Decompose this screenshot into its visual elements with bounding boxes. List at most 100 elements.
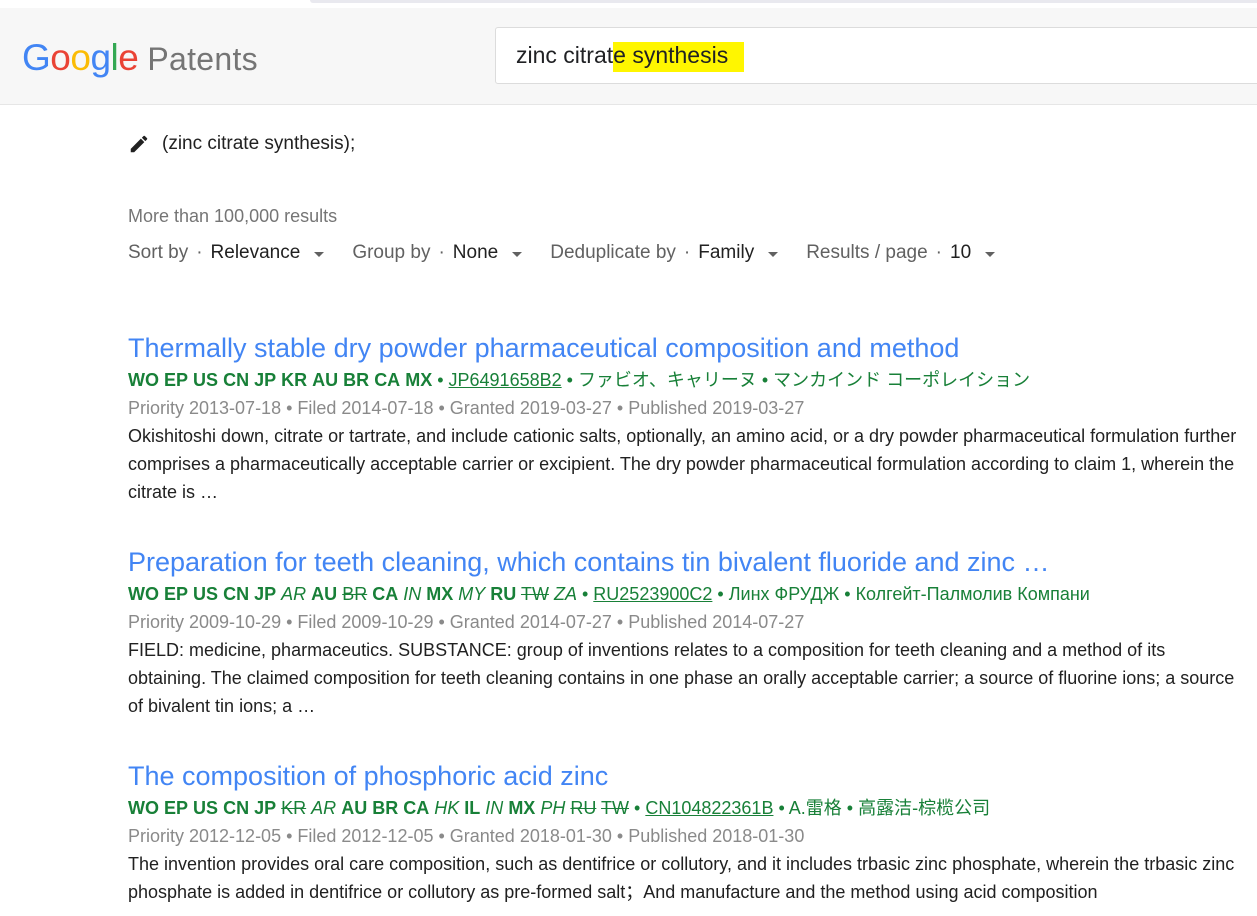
country-code: JP	[254, 584, 277, 604]
publication-number-link[interactable]: RU2523900C2	[593, 584, 712, 604]
result-meta: WO EP US CN JP KR AR AU BR CA HK IL IN M…	[128, 798, 991, 818]
result-title-link[interactable]: Preparation for teeth cleaning, which co…	[128, 546, 1248, 578]
country-code: IN	[485, 798, 504, 818]
country-code: EP	[164, 370, 189, 390]
country-code: EP	[164, 584, 189, 604]
deduplicate-by-dropdown[interactable]: Deduplicate by · Family	[550, 242, 779, 264]
result-snippet: Okishitoshi down, citrate or tartrate, a…	[128, 426, 1237, 502]
sort-by-label: Sort by	[128, 242, 189, 263]
country-code: US	[193, 584, 219, 604]
publication-number-link[interactable]: CN104822361B	[645, 798, 773, 818]
country-code: IN	[403, 584, 422, 604]
product-name: Patents	[147, 41, 258, 77]
result-snippet: FIELD: medicine, pharmaceutics. SUBSTANC…	[128, 640, 1235, 716]
country-code: AU	[341, 798, 368, 818]
chevron-down-icon	[768, 251, 779, 257]
sort-by-value: Relevance	[210, 242, 301, 263]
deduplicate-by-value: Family	[698, 242, 755, 263]
country-code: US	[193, 798, 219, 818]
search-result: The composition of phosphoric acid zinc …	[128, 760, 1248, 906]
result-options: Sort by · Relevance Group by · None Dedupl…	[128, 242, 1023, 264]
country-code: AR	[311, 798, 337, 818]
country-code: WO	[128, 798, 159, 818]
result-snippet: The invention provides oral care composi…	[128, 854, 1235, 902]
search-query-highlight: e synthesis	[613, 42, 745, 72]
country-code: AU	[312, 370, 339, 390]
search-result: Preparation for teeth cleaning, which co…	[128, 546, 1248, 720]
query-edit-row[interactable]: (zinc citrate synthesis);	[128, 133, 355, 155]
group-by-label: Group by	[352, 242, 431, 263]
group-by-dropdown[interactable]: Group by · None	[352, 242, 523, 264]
result-dates: Priority 2009-10-29 • Filed 2009-10-29 •…	[128, 612, 805, 632]
results-per-page-dropdown[interactable]: Results / page · 10	[806, 242, 996, 264]
result-title-link[interactable]: The composition of phosphoric acid zinc	[128, 760, 1248, 792]
country-code: EP	[164, 798, 189, 818]
deduplicate-by-label: Deduplicate by	[550, 242, 676, 263]
country-code: AR	[281, 584, 307, 604]
assignee[interactable]: マンカインド コーポレイション	[773, 370, 1030, 390]
country-code: MX	[405, 370, 433, 390]
result-meta: WO EP US CN JP AR AU BR CA IN MX MY RU T…	[128, 584, 1090, 604]
browser-tab-edge	[310, 0, 1257, 3]
country-code: CN	[223, 584, 250, 604]
country-code: CA	[403, 798, 430, 818]
publication-number-link[interactable]: JP6491658B2	[449, 370, 562, 390]
country-code: BR	[342, 584, 368, 604]
country-code: MX	[426, 584, 454, 604]
assignee[interactable]: Колгейт-Палмолив Компани	[856, 584, 1090, 604]
chevron-down-icon	[512, 251, 523, 257]
inventor[interactable]: ファビオ、キャリーヌ	[578, 370, 757, 390]
country-code: MY	[458, 584, 486, 604]
country-code: BR	[343, 370, 370, 390]
country-code: IL	[464, 798, 481, 818]
google-patents-logo[interactable]: Google Patents	[22, 38, 258, 79]
results-per-page-value: 10	[950, 242, 972, 263]
country-code: JP	[254, 370, 277, 390]
search-result: Thermally stable dry powder pharmaceutic…	[128, 332, 1248, 506]
group-by-value: None	[452, 242, 499, 263]
country-code: TW	[520, 584, 549, 604]
country-code: CN	[223, 370, 250, 390]
country-code: RU	[490, 584, 517, 604]
result-title-link[interactable]: Thermally stable dry powder pharmaceutic…	[128, 332, 1248, 364]
assignee[interactable]: 高露洁-棕榄公司	[858, 798, 990, 818]
country-code: JP	[254, 798, 277, 818]
header: Google Patents zinc citrate synthesis	[0, 8, 1257, 105]
query-summary: (zinc citrate synthesis);	[162, 133, 356, 154]
inventor[interactable]: Линх ФРУДЖ	[729, 584, 840, 604]
pencil-icon[interactable]	[128, 133, 150, 155]
country-code: MX	[508, 798, 536, 818]
country-codes: WO EP US CN JP KR AR AU BR CA HK IL IN M…	[128, 798, 629, 818]
sort-by-dropdown[interactable]: Sort by · Relevance	[128, 242, 325, 264]
country-code: KR	[281, 370, 308, 390]
country-code: HK	[434, 798, 460, 818]
country-code: CN	[223, 798, 250, 818]
result-dates: Priority 2013-07-18 • Filed 2014-07-18 •…	[128, 398, 805, 418]
google-wordmark: Google	[22, 37, 139, 78]
country-code: KR	[281, 798, 307, 818]
country-code: PH	[540, 798, 566, 818]
country-code: ZA	[553, 584, 577, 604]
results-per-page-label: Results / page	[806, 242, 928, 263]
country-code: AU	[311, 584, 338, 604]
country-code: TW	[601, 798, 630, 818]
country-codes: WO EP US CN JP AR AU BR CA IN MX MY RU T…	[128, 584, 577, 604]
country-code: RU	[570, 798, 597, 818]
result-meta: WO EP US CN JP KR AU BR CA MX • JP649165…	[128, 370, 1031, 390]
search-query[interactable]: zinc citrate synthesis	[516, 42, 745, 72]
country-code: WO	[128, 584, 159, 604]
country-codes: WO EP US CN JP KR AU BR CA MX	[128, 370, 432, 390]
top-strip	[0, 0, 1257, 8]
country-code: WO	[128, 370, 159, 390]
country-code: CA	[374, 370, 401, 390]
chevron-down-icon	[985, 251, 996, 257]
search-input[interactable]: zinc citrate synthesis	[495, 27, 1257, 84]
result-dates: Priority 2012-12-05 • Filed 2012-12-05 •…	[128, 826, 805, 846]
chevron-down-icon	[314, 251, 325, 257]
results-count: More than 100,000 results	[128, 206, 338, 226]
country-code: CA	[372, 584, 399, 604]
country-code: US	[193, 370, 219, 390]
inventor[interactable]: A.雷格	[789, 798, 842, 818]
search-query-text: zinc citrat	[516, 42, 614, 68]
country-code: BR	[372, 798, 399, 818]
